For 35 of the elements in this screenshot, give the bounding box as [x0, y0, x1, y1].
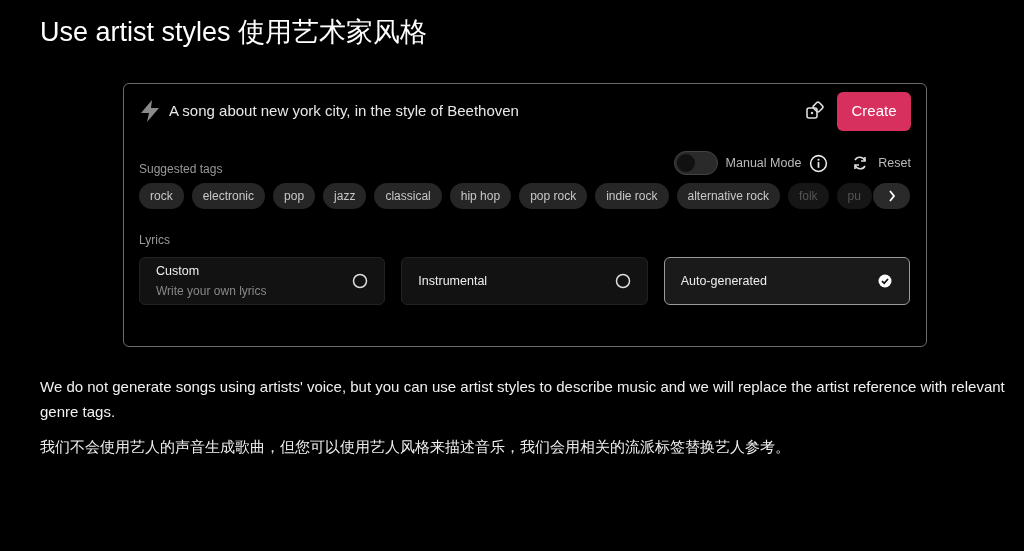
create-button[interactable]: Create — [837, 91, 911, 131]
lyrics-option[interactable]: Auto-generated — [663, 257, 910, 305]
manual-mode-label: Manual Mode — [725, 154, 802, 172]
note-text: 我们不会使用艺人的声音生成歌曲，但您可以使用艺人风格来描述音乐，我们会用相关的流派标签替换艺人参考。 — [40, 437, 791, 457]
tag-chip[interactable]: alternative rock — [676, 183, 780, 209]
lyrics-option[interactable]: Custom Write your own lyrics — [139, 257, 386, 305]
tag-chip[interactable]: rock — [139, 183, 184, 209]
refresh-icon — [852, 155, 869, 171]
tag-chip[interactable]: pop rock — [519, 183, 588, 209]
check-icon — [877, 273, 893, 289]
option-subtitle: Write your own lyrics — [156, 283, 267, 301]
tag-chip[interactable]: electronic — [191, 183, 266, 209]
option-title: Custom — [156, 262, 201, 280]
section-label: Suggested tags — [139, 161, 223, 178]
tag-chip[interactable]: classical — [374, 183, 442, 209]
option-title: Auto-generated — [680, 272, 767, 290]
tag-chip[interactable]: hip hop — [449, 183, 512, 209]
prompt-field[interactable]: A song about new york city, in the style of Beethoven — [169, 99, 805, 123]
option-title: Instrumental — [418, 272, 488, 290]
tag-chip[interactable]: pop — [273, 183, 316, 209]
info-icon[interactable] — [809, 153, 829, 173]
lyrics-option[interactable]: Instrumental — [401, 257, 648, 305]
page-heading: Use artist styles 使用艺术家风格 — [40, 16, 428, 49]
section-label: Lyrics — [139, 232, 170, 249]
radio-icon — [614, 273, 631, 289]
lightning-icon — [139, 99, 161, 123]
scroll-right-button[interactable] — [873, 183, 910, 209]
dice-icon[interactable] — [805, 101, 825, 121]
tag-chip[interactable]: indie rock — [595, 183, 669, 209]
radio-icon — [352, 273, 369, 289]
chevron-right-icon — [887, 190, 896, 202]
reset-button[interactable]: Reset — [852, 153, 911, 173]
tag-chip[interactable]: jazz — [323, 183, 367, 209]
note-text: We do not generate songs using artists' voice, but you can use artist styles to describe music and we will replace the artist reference with relevant genre tags. — [40, 377, 1006, 422]
manual-mode-toggle[interactable] — [673, 151, 718, 175]
